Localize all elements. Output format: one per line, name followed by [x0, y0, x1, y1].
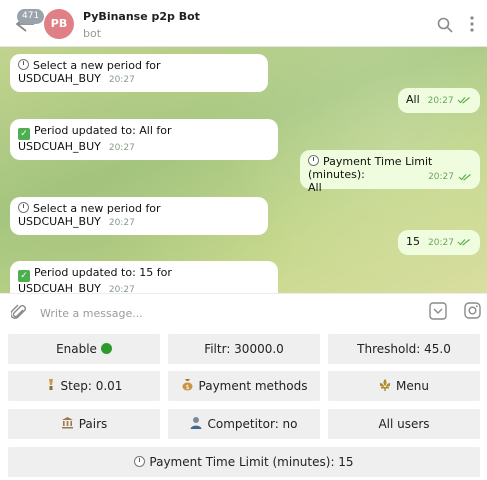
step-icon — [48, 379, 53, 390]
message-time: 20:27 — [108, 218, 135, 228]
person-icon — [190, 417, 202, 429]
payment-methods-button[interactable]: $ Payment methods — [168, 371, 320, 401]
message-text: Period updated to: 15 for USDCUAH_BUY — [18, 266, 172, 293]
enable-button[interactable]: Enable — [8, 334, 160, 364]
more-vertical-icon[interactable] — [469, 15, 475, 33]
button-label: Filtr: 30000.0 — [204, 342, 284, 356]
message-bubble: ✓ Period updated to: All for USDCUAH_BUY 2… — [10, 119, 278, 160]
double-check-icon — [457, 97, 470, 104]
message-time: 20:27 — [108, 75, 135, 85]
payment-time-limit-button[interactable]: Payment Time Limit (minutes): 15 — [8, 447, 480, 477]
chat-header: 471 PB PyBinanse p2p Bot bot — [0, 0, 487, 47]
bank-icon — [61, 417, 73, 429]
paperclip-icon[interactable] — [10, 304, 27, 322]
fleur-de-lis-icon — [380, 379, 391, 391]
all-users-button[interactable]: All users — [328, 409, 480, 439]
camera-icon[interactable] — [464, 302, 481, 319]
bot-keyboard-icon[interactable] — [429, 302, 447, 320]
unread-count-badge: 471 — [17, 9, 45, 24]
message-text: Period updated to: All for USDCUAH_BUY — [18, 124, 172, 153]
button-label: Menu — [396, 379, 429, 393]
message-text: Select a new period for USDCUAH_BUY — [18, 59, 161, 85]
message-time: 20:27 — [108, 285, 135, 293]
threshold-button[interactable]: Threshold: 45.0 — [328, 334, 480, 364]
clock-icon — [18, 202, 29, 213]
clock-icon — [308, 155, 319, 166]
message-text: All — [406, 93, 420, 106]
clock-icon — [134, 456, 146, 467]
button-label: Competitor: no — [207, 417, 298, 431]
message-text-line2: All — [308, 181, 322, 194]
money-bag-icon: $ — [182, 379, 193, 391]
message-bubble: Select a new period for USDCUAH_BUY 20:27 — [10, 197, 268, 235]
filtr-button[interactable]: Filtr: 30000.0 — [168, 334, 320, 364]
message-time: 20:27 — [428, 238, 454, 248]
menu-button[interactable]: Menu — [328, 371, 480, 401]
competitor-button[interactable]: Competitor: no — [168, 409, 320, 439]
message-time: 20:27 — [428, 172, 454, 182]
message-time: 20:27 — [427, 96, 454, 106]
message-text: Select a new period for USDCUAH_BUY — [18, 202, 161, 228]
button-label: All users — [378, 417, 430, 431]
message-bubble: Payment Time Limit (minutes): All 20:27 — [300, 150, 480, 194]
double-check-icon — [458, 174, 471, 181]
button-label: Step: 0.01 — [60, 379, 123, 393]
step-button[interactable]: Step: 0.01 — [8, 371, 160, 401]
chat-subtitle: bot — [83, 27, 102, 40]
message-text: 15 — [406, 235, 420, 248]
clock-icon — [18, 59, 29, 70]
message-input[interactable] — [40, 304, 420, 322]
message-list[interactable]: Select a new period for USDCUAH_BUY 20:27… — [0, 47, 487, 293]
composer-bar — [0, 293, 487, 330]
green-circle-icon — [100, 343, 112, 354]
check-mark-icon: ✓ — [18, 128, 30, 140]
check-mark-icon: ✓ — [18, 270, 30, 282]
button-label: Pairs — [78, 417, 108, 431]
button-label: Payment Time Limit (minutes): 15 — [149, 455, 354, 469]
message-bubble: ✓ Period updated to: 15 for USDCUAH_BUY 20… — [10, 261, 278, 293]
double-check-icon — [457, 239, 470, 246]
button-label: Payment methods — [198, 379, 308, 393]
search-icon[interactable] — [437, 17, 453, 33]
message-bubble: 15 20:27 — [398, 230, 480, 255]
bot-keyboard: Enable Filtr: 30000.0 Threshold: 45.0 St… — [0, 330, 487, 480]
message-bubble: Select a new period for USDCUAH_BUY 20:27 — [10, 54, 268, 92]
button-label: Enable — [56, 342, 97, 356]
message-text: Payment Time Limit (minutes): — [308, 155, 433, 181]
message-time: 20:27 — [108, 143, 135, 153]
avatar[interactable]: PB — [44, 9, 74, 39]
svg-text:$: $ — [185, 384, 189, 391]
message-bubble: All 20:27 — [398, 88, 480, 113]
chat-title[interactable]: PyBinanse p2p Bot — [83, 10, 200, 23]
button-label: Threshold: 45.0 — [357, 342, 451, 356]
pairs-button[interactable]: Pairs — [8, 409, 160, 439]
